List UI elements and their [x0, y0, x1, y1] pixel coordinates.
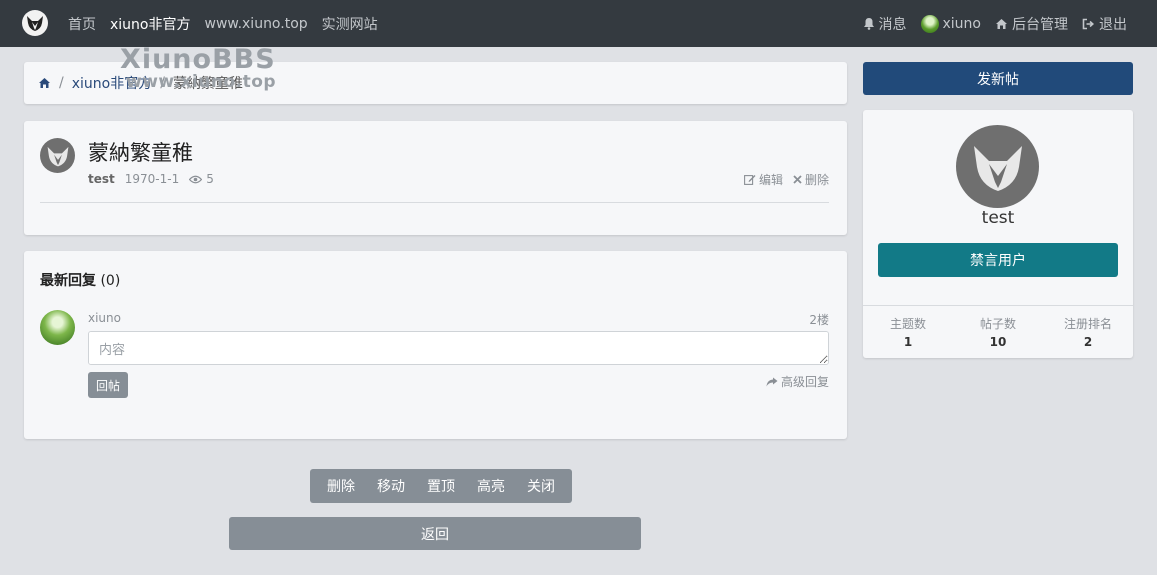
moderation-toolbar: 删除 移动 置顶 高亮 关闭 — [310, 469, 572, 503]
new-thread-button[interactable]: 发新帖 — [863, 62, 1133, 95]
breadcrumb: / xiuno非官方 / 蒙納繁童稚 — [24, 62, 847, 104]
mod-delete-button[interactable]: 删除 — [316, 476, 366, 496]
ban-user-button[interactable]: 禁言用户 — [878, 243, 1118, 277]
nav-left-menu: 首页 xiuno非官方 www.xiuno.top 实测网站 — [68, 0, 378, 47]
stat-value: 10 — [989, 335, 1007, 349]
thread-meta: test 1970-1-1 5 — [88, 172, 214, 186]
profile-avatar[interactable] — [956, 125, 1039, 208]
stat-label: 注册排名 — [1063, 317, 1112, 331]
breadcrumb-separator: / — [59, 75, 64, 91]
mod-close-button[interactable]: 关闭 — [516, 476, 566, 496]
edit-icon — [744, 175, 756, 185]
close-icon — [793, 175, 802, 184]
stat-posts: 帖子数 10 — [953, 315, 1043, 349]
stat-value: 1 — [903, 335, 913, 349]
edit-button[interactable]: 编辑 — [744, 171, 783, 188]
nav-messages[interactable]: 消息 — [863, 14, 907, 34]
thread-date: 1970-1-1 — [124, 172, 180, 186]
advanced-reply-link[interactable]: 高级回复 — [766, 373, 829, 390]
site-logo[interactable] — [22, 10, 48, 36]
profile-username[interactable]: test — [863, 208, 1133, 228]
mod-move-button[interactable]: 移动 — [366, 476, 416, 496]
reply-content-input[interactable] — [88, 331, 829, 365]
author-avatar[interactable] — [40, 138, 75, 173]
nav-user[interactable]: xiuno — [920, 14, 982, 33]
nav-item-xiuno-unofficial[interactable]: xiuno非官方 — [110, 14, 191, 34]
default-avatar-icon — [973, 145, 1022, 191]
advanced-reply-label: 高级回复 — [780, 375, 829, 389]
delete-button[interactable]: 删除 — [793, 171, 829, 188]
replies-header: 最新回复 (0) — [40, 270, 120, 290]
delete-label: 删除 — [804, 173, 829, 187]
replies-title: 最新回复 — [40, 273, 96, 289]
user-avatar — [920, 14, 939, 33]
nav-messages-label: 消息 — [878, 16, 907, 33]
back-button[interactable]: 返回 — [229, 517, 641, 550]
breadcrumb-current: 蒙納繁童稚 — [172, 76, 243, 92]
thread-views: 5 — [189, 172, 214, 186]
replies-count: (0) — [100, 273, 121, 289]
nav-item-xiuno-top[interactable]: www.xiuno.top — [205, 16, 308, 32]
thread-title: 蒙納繁童稚 — [88, 141, 193, 165]
thread-views-count: 5 — [206, 172, 214, 186]
reply-username: xiuno — [88, 311, 121, 325]
logo-icon — [27, 16, 43, 31]
mod-sticky-button[interactable]: 置顶 — [416, 476, 466, 496]
thread-card: 蒙納繁童稚 test 1970-1-1 5 编辑 删除 — [24, 121, 847, 235]
bell-icon — [863, 18, 874, 30]
stat-threads: 主题数 1 — [863, 315, 953, 349]
reply-user-avatar — [40, 310, 75, 345]
nav-logout[interactable]: 退出 — [1082, 14, 1127, 34]
reply-submit-button[interactable]: 回帖 — [88, 372, 128, 398]
share-icon — [766, 377, 778, 386]
divider — [863, 305, 1133, 306]
mod-highlight-button[interactable]: 高亮 — [466, 476, 516, 496]
nav-item-test-site[interactable]: 实测网站 — [322, 14, 378, 34]
nav-user-label: xiuno — [942, 15, 982, 32]
thread-author[interactable]: test — [88, 172, 115, 186]
home-icon — [996, 18, 1007, 29]
breadcrumb-forum[interactable]: xiuno非官方 — [72, 73, 153, 93]
user-stats: 主题数 1 帖子数 10 注册排名 2 — [863, 315, 1133, 349]
eye-icon — [189, 175, 203, 183]
home-icon[interactable] — [38, 77, 51, 89]
nav-right-menu: 消息 xiuno 后台管理 退出 — [863, 0, 1127, 47]
nav-admin[interactable]: 后台管理 — [995, 14, 1068, 34]
replies-card: 最新回复 (0) xiuno 2楼 回帖 高级回复 — [24, 251, 847, 439]
nav-admin-label: 后台管理 — [1012, 16, 1068, 33]
stat-label: 帖子数 — [979, 317, 1016, 331]
divider — [40, 202, 829, 203]
nav-item-home[interactable]: 首页 — [68, 14, 96, 34]
nav-logout-label: 退出 — [1099, 16, 1127, 33]
stat-rank: 注册排名 2 — [1043, 315, 1133, 349]
default-avatar-icon — [47, 146, 68, 166]
reply-floor: 2楼 — [809, 313, 829, 327]
stat-label: 主题数 — [889, 317, 926, 331]
author-profile-card: test 禁言用户 主题数 1 帖子数 10 注册排名 2 — [863, 110, 1133, 358]
thread-actions: 编辑 删除 — [744, 171, 829, 188]
sign-out-icon — [1082, 18, 1095, 29]
top-navbar: 首页 xiuno非官方 www.xiuno.top 实测网站 消息 xiuno … — [0, 0, 1157, 47]
stat-value: 2 — [1083, 335, 1093, 349]
breadcrumb-separator: / — [160, 75, 165, 91]
edit-label: 编辑 — [758, 173, 783, 187]
